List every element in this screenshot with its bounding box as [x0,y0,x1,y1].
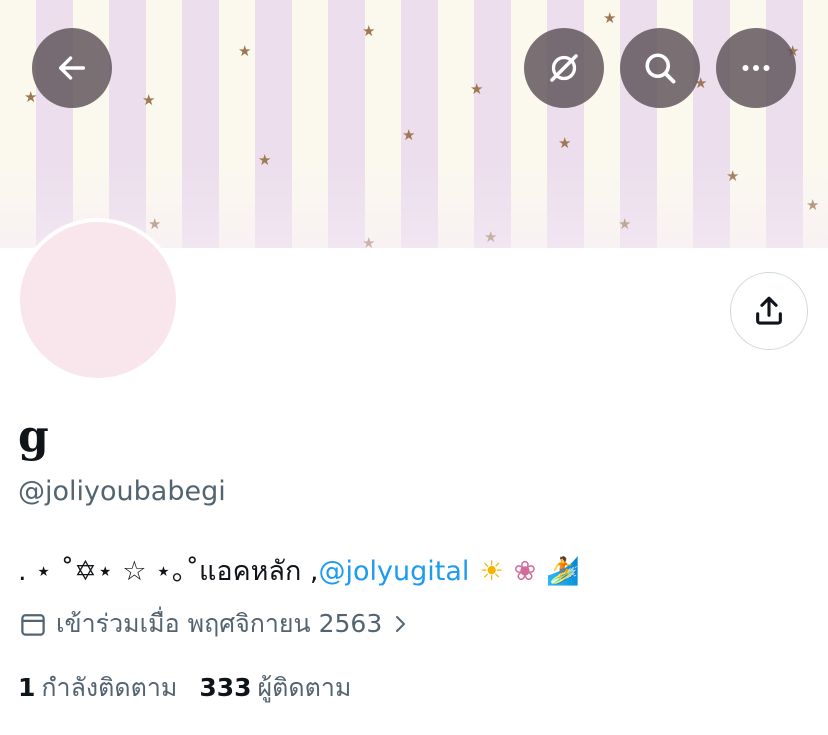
banner-star: ★ [238,42,252,60]
search-button[interactable] [620,28,700,108]
banner-star: ★ [470,80,484,98]
banner-star: ★ [402,126,416,144]
share-upload-icon [756,296,782,325]
username-handle: @joliyoubabegi [18,476,226,507]
joined-date-row[interactable]: เข้าร่วมเมื่อ พฤศจิกายน 2563 [18,606,420,642]
followers-count: 333 [199,673,252,702]
surfer-emoji-icon: 🏄 [546,556,580,587]
banner-star: ★ [24,88,38,106]
bio-mention-link[interactable]: @jolyugital [319,552,470,592]
following-label: กำลังติดตาม [41,673,178,702]
more-button[interactable] [716,28,796,108]
banner-star: ★ [362,22,376,40]
more-dots-icon [742,65,770,71]
sun-emoji-icon: ☀ [479,556,504,587]
lotus-emoji-icon: ❀ [513,556,537,587]
followers-link[interactable]: 333 ผู้ติดตาม [199,670,351,706]
followers-label: ผู้ติดตาม [257,673,352,702]
arrow-left-icon [58,56,86,80]
bio-decoration: . ⋆ ˚✡⋆ ☆ ⋆｡˚ [18,556,199,587]
profile-bio: . ⋆ ˚✡⋆ ☆ ⋆｡˚ แอคหลัก , @jolyugital ☀ ❀ … [18,552,580,592]
following-link[interactable]: 1 กำลังติดตาม [18,670,177,706]
chevron-right-icon [396,616,406,632]
bio-text: แอคหลัก , [198,556,319,587]
grok-button[interactable] [524,28,604,108]
share-button[interactable] [730,272,808,350]
following-count: 1 [18,673,36,702]
display-name: g [18,411,49,462]
avatar[interactable] [16,218,180,382]
calendar-icon [21,614,45,636]
grok-slash-icon [550,54,578,82]
follow-stats: 1 กำลังติดตาม 333 ผู้ติดตาม [18,670,351,706]
joined-date-text: เข้าร่วมเมื่อ พฤศจิกายน 2563 [56,609,383,638]
search-icon [645,53,676,84]
banner-star: ★ [142,91,156,109]
banner-star: ★ [558,134,572,152]
banner-star: ★ [603,9,617,27]
avatar-image [20,222,176,378]
back-button[interactable] [32,28,112,108]
profile-banner[interactable]: ★ ★ ★ ★ ★ ★ ★ ★ ★ ★ ★ ★ ★ ★ ★ ★ ★ [0,0,828,248]
